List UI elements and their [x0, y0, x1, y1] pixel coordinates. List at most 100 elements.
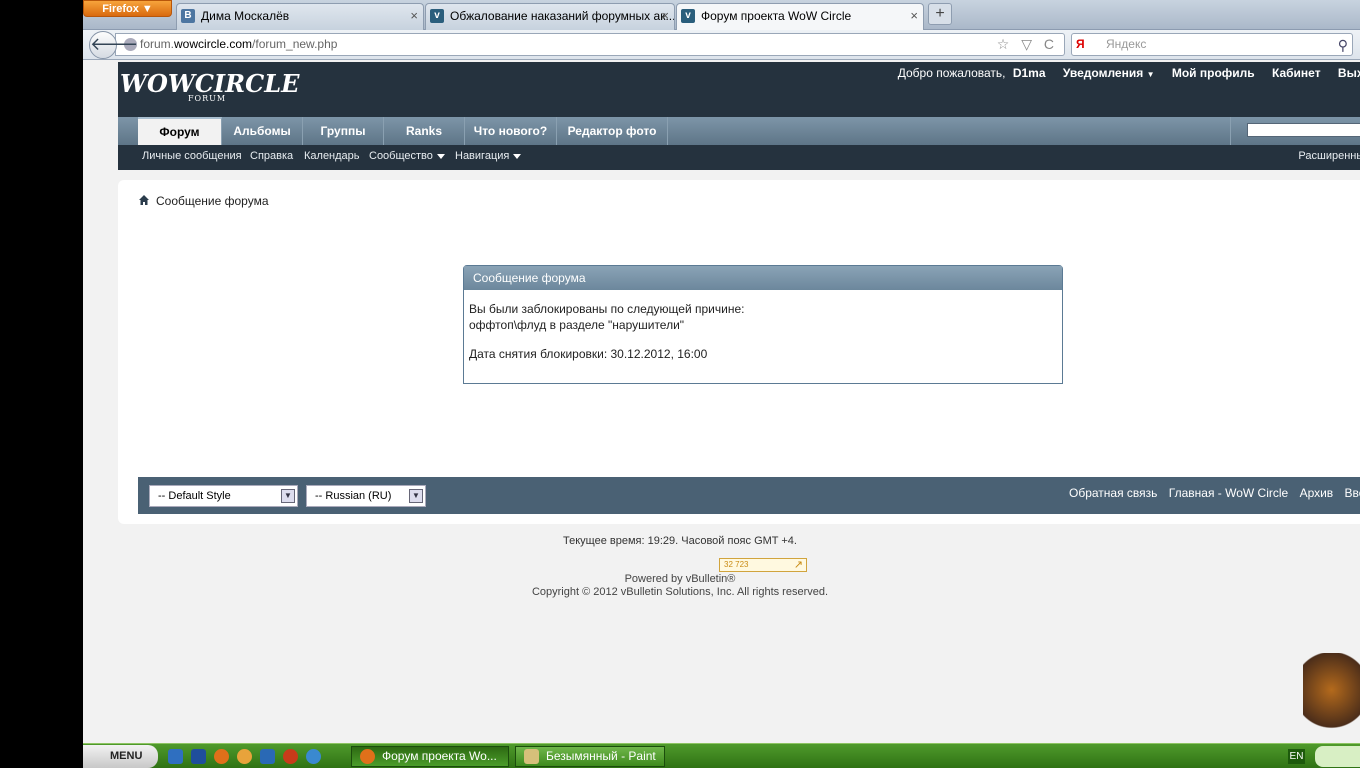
mascot-image: [1303, 653, 1360, 743]
paint-icon: [524, 749, 539, 764]
arrow-icon: ↗: [793, 559, 803, 571]
firefox-menu-button[interactable]: Firefox ▼: [83, 0, 172, 17]
tab-appeals[interactable]: v Обжалование наказаний форумных ак... ×: [425, 3, 675, 30]
info-icon[interactable]: [237, 749, 252, 764]
tab-strip: Firefox ▼ B Дима Москалёв × v Обжаловани…: [83, 0, 1360, 30]
ie-icon[interactable]: [306, 749, 321, 764]
footer-link-home[interactable]: Главная - WoW Circle: [1169, 486, 1288, 500]
vk-icon: B: [181, 9, 195, 23]
profile-link[interactable]: Мой профиль: [1172, 66, 1255, 80]
chevron-down-icon: ▼: [1146, 70, 1155, 79]
subnav-community[interactable]: Сообщество: [369, 150, 445, 162]
user-links: Добро пожаловать, D1ma Уведомления ▼ Мой…: [884, 66, 1360, 80]
cabinet-link[interactable]: Кабинет: [1272, 66, 1321, 80]
footer-link-feedback[interactable]: Обратная связь: [1069, 486, 1157, 500]
breadcrumb-label: Сообщение форума: [156, 194, 269, 208]
welcome-text: Добро пожаловать,: [897, 66, 1006, 80]
site-logo-sub: FORUM: [188, 94, 227, 103]
style-select[interactable]: -- Default Style ▼: [149, 485, 298, 507]
new-tab-button[interactable]: +: [928, 3, 952, 25]
chevron-down-icon: [436, 153, 445, 159]
url-prefix: forum.: [140, 37, 175, 51]
subnav-calendar[interactable]: Календарь: [304, 150, 360, 162]
profile-label: Мой профиль: [1171, 66, 1255, 80]
task-paint[interactable]: Безымянный - Paint: [515, 746, 665, 767]
bookmark-reload-icons[interactable]: ☆ ▽ C: [997, 34, 1058, 55]
language-indicator[interactable]: EN: [1288, 749, 1305, 764]
forum-message-box: Сообщение форума Вы были заблокированы п…: [463, 265, 1063, 384]
footer-links: Обратная связь Главная - WoW Circle Архи…: [1061, 486, 1360, 500]
back-button[interactable]: 🡐: [89, 31, 138, 59]
message-body: Вы были заблокированы по следующей причи…: [464, 290, 1062, 386]
navtab-ranks[interactable]: Ranks: [384, 117, 465, 145]
url-host: wowcircle.com: [174, 37, 253, 51]
current-time: Текущее время: 19:29. Часовой пояс GMT +…: [83, 535, 1360, 547]
main-content: Сообщение форума Сообщение форума Вы был…: [118, 180, 1360, 524]
chevron-down-icon: ▼: [281, 489, 295, 503]
powered-by: Powered by vBulletin® Copyright © 2012 v…: [83, 573, 1360, 599]
save-icon[interactable]: [191, 749, 206, 764]
advanced-search-link[interactable]: Расширенный поиск: [1298, 150, 1360, 162]
tab-label: Обжалование наказаний форумных ак...: [450, 9, 675, 23]
username-link[interactable]: D1ma: [1013, 66, 1046, 80]
search-placeholder: Яндекс: [1106, 37, 1147, 51]
notifications-label: Уведомления: [1062, 66, 1144, 80]
close-icon[interactable]: ×: [910, 4, 918, 28]
powered-by-text: Powered by vBulletin®: [624, 573, 736, 585]
task-label: Форум проекта Wo...: [382, 749, 497, 763]
navtab-groups[interactable]: Группы: [303, 117, 384, 145]
timezone-text: . Часовой пояс GMT +4.: [675, 535, 797, 547]
task-firefox[interactable]: Форум проекта Wo...: [351, 746, 509, 767]
system-tray[interactable]: [1315, 746, 1360, 767]
logout-link[interactable]: Выход: [1338, 66, 1360, 80]
screen: Firefox ▼ B Дима Москалёв × v Обжаловани…: [83, 0, 1360, 768]
page-viewport: WOWCIRCLE FORUM Добро пожаловать, D1ma У…: [83, 61, 1360, 743]
navtab-whats-new[interactable]: Что нового?: [465, 117, 557, 145]
forum-search: [1230, 117, 1360, 145]
chevron-down-icon: ▼: [409, 489, 423, 503]
desktop-icon[interactable]: [260, 749, 275, 764]
task-label: Безымянный - Paint: [546, 749, 656, 763]
subnav-help[interactable]: Справка: [250, 150, 293, 162]
forum-search-input[interactable]: [1247, 123, 1360, 137]
footer-link-archive[interactable]: Архив: [1300, 486, 1334, 500]
navtab-forum[interactable]: Форум: [138, 117, 222, 145]
language-select-value: -- Russian (RU): [315, 490, 392, 502]
tab-label: Форум проекта WoW Circle: [701, 9, 852, 23]
search-icon[interactable]: ⚲: [1338, 35, 1348, 56]
forum-footer-bar: -- Default Style ▼ -- Russian (RU) ▼ Обр…: [138, 477, 1360, 514]
navtab-albums[interactable]: Альбомы: [222, 117, 303, 145]
navtab-photo-editor[interactable]: Редактор фото: [557, 117, 668, 145]
tab-forum[interactable]: v Форум проекта WoW Circle ×: [676, 3, 924, 30]
ban-reason-intro: Вы были заблокированы по следующей причи…: [469, 302, 745, 316]
firefox-icon[interactable]: [214, 749, 229, 764]
forum-header: WOWCIRCLE FORUM Добро пожаловать, D1ma У…: [118, 62, 1360, 117]
start-menu-button[interactable]: MENU: [83, 745, 158, 768]
tab-vk[interactable]: B Дима Москалёв ×: [176, 3, 424, 30]
url-bar[interactable]: forum.wowcircle.com/forum_new.php ☆ ▽ C: [115, 33, 1065, 56]
opera-icon[interactable]: [283, 749, 298, 764]
url-path: /forum_new.php: [252, 37, 338, 51]
subnav-navigation[interactable]: Навигация: [455, 150, 522, 162]
ban-reason: оффтоп\флуд в разделе "нарушители": [469, 318, 685, 332]
close-icon[interactable]: ×: [410, 4, 418, 28]
home-icon[interactable]: [138, 194, 150, 206]
yandex-icon: Я: [1076, 37, 1085, 51]
quicklaunch-icon[interactable]: [168, 749, 183, 764]
close-icon[interactable]: ×: [661, 4, 669, 28]
style-select-value: -- Default Style: [158, 490, 231, 502]
breadcrumb: Сообщение форума: [138, 194, 269, 208]
ban-expiry: Дата снятия блокировки: 30.12.2012, 16:0…: [469, 347, 708, 361]
forum-nav-tabs: Форум Альбомы Группы Ranks Что нового? Р…: [118, 117, 1360, 145]
subnav-private-messages[interactable]: Личные сообщения: [142, 150, 242, 162]
visitor-counter[interactable]: 32 723 ↗: [719, 558, 807, 572]
search-bar[interactable]: Я Яндекс ⚲: [1071, 33, 1353, 56]
cabinet-label: Кабинет: [1272, 66, 1321, 80]
notifications-link[interactable]: Уведомления ▼: [1063, 66, 1155, 80]
footer-link-top[interactable]: Вверх: [1345, 486, 1360, 500]
vbulletin-icon: v: [681, 9, 695, 23]
copyright-text: Copyright © 2012 vBulletin Solutions, In…: [531, 586, 829, 598]
language-select[interactable]: -- Russian (RU) ▼: [306, 485, 426, 507]
tab-label: Дима Москалёв: [201, 9, 290, 23]
taskbar: MENU Форум проекта Wo... Безымянный - Pa…: [83, 743, 1360, 768]
